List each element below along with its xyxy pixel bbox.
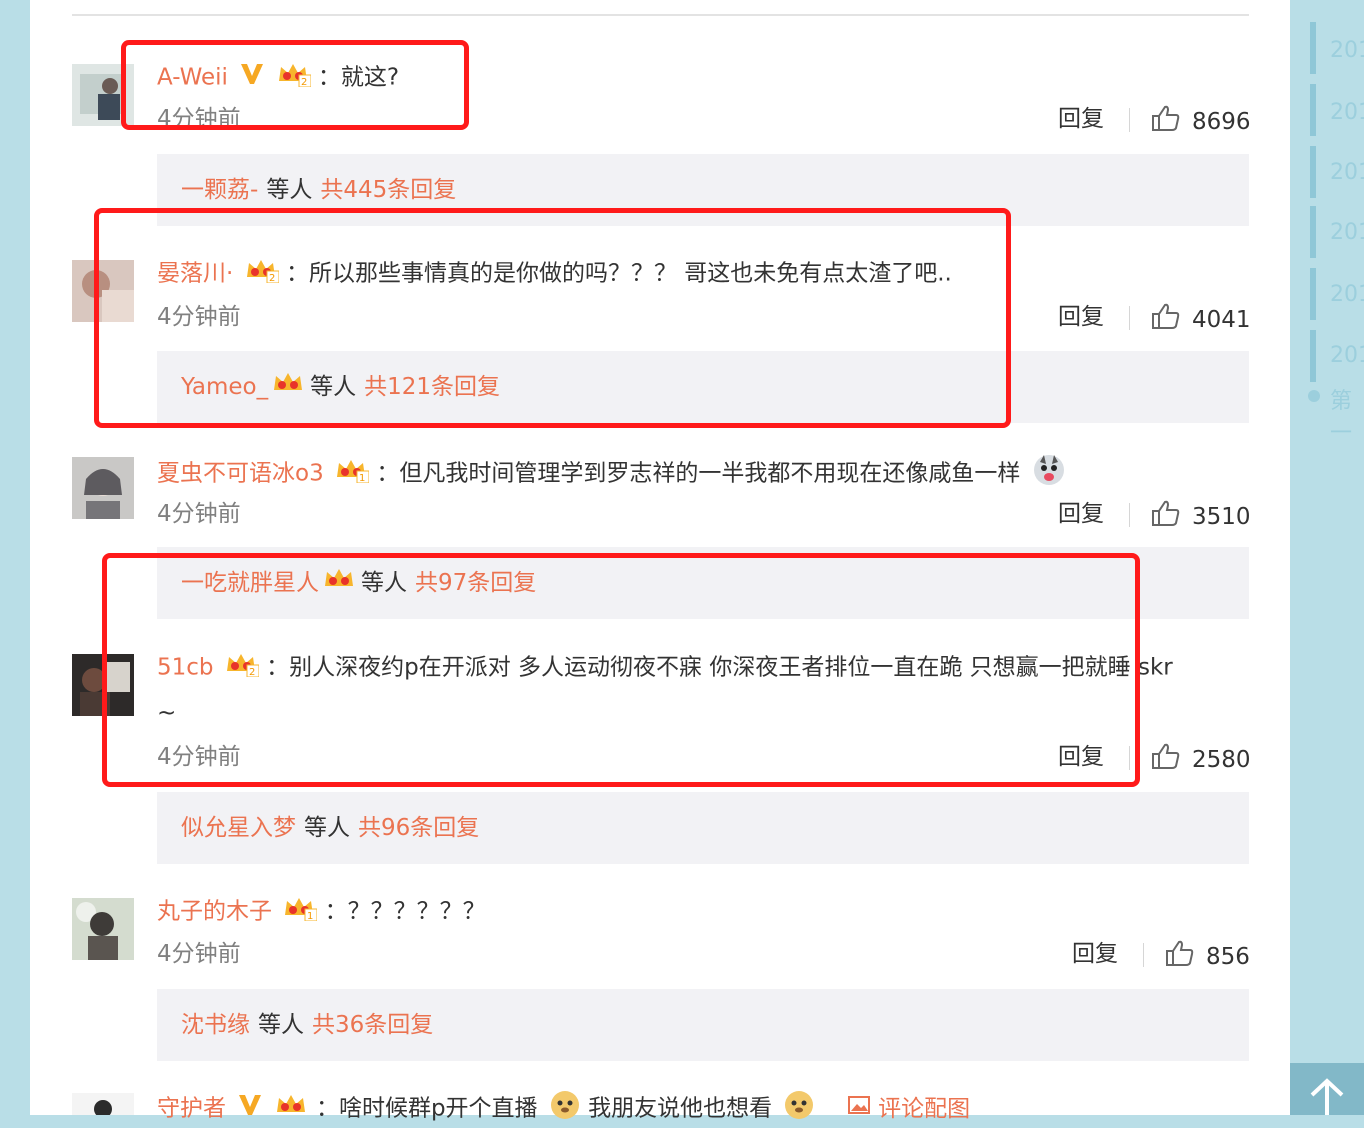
timestamp: 4分钟前 xyxy=(157,941,241,967)
verified-v-icon xyxy=(237,1093,263,1125)
reply-button[interactable]: 回复 xyxy=(1058,499,1104,529)
thumb-up-icon xyxy=(1150,499,1180,535)
svg-text:1: 1 xyxy=(359,473,365,483)
sub-reply-count[interactable]: 共445条回复 xyxy=(320,175,456,205)
comment-image-link[interactable]: 评论配图 xyxy=(843,1096,970,1122)
timeline-year[interactable]: 201 xyxy=(1330,38,1364,63)
sub-replies[interactable]: 沈书缘 等人 共36条回复 xyxy=(157,989,1249,1061)
reply-button[interactable]: 回复 xyxy=(1072,939,1118,969)
comment-image-label: 评论配图 xyxy=(878,1095,971,1122)
avatar[interactable] xyxy=(72,898,134,960)
like-button[interactable]: 8696 xyxy=(1150,104,1251,140)
sub-reply-user[interactable]: 沈书缘 xyxy=(181,1010,250,1040)
timeline-sidebar: 201 201 201 201 201 201 第一 xyxy=(1290,0,1364,1115)
crown-badge-icon: 1 xyxy=(283,895,318,929)
timeline-year[interactable]: 201 xyxy=(1330,160,1364,185)
doge-emoji-icon xyxy=(549,1090,581,1128)
username[interactable]: 丸子的木子 xyxy=(157,899,272,925)
timeline-dot xyxy=(1308,390,1320,402)
thumb-up-icon xyxy=(1150,302,1180,338)
sub-reply-mid: 等人 xyxy=(304,815,350,841)
reply-button[interactable]: 回复 xyxy=(1058,302,1104,332)
sub-reply-count[interactable]: 共36条回复 xyxy=(312,1010,433,1040)
timeline-year[interactable]: 201 xyxy=(1330,343,1364,368)
thumb-up-icon xyxy=(1150,104,1180,140)
timestamp: 4分钟前 xyxy=(157,501,241,527)
husky-emoji-icon xyxy=(1032,454,1066,494)
sub-replies[interactable]: 似允星入梦 等人 共96条回复 xyxy=(157,792,1249,864)
username[interactable]: 夏虫不可语冰o3 xyxy=(157,461,324,487)
timeline-first[interactable]: 第一 xyxy=(1330,383,1364,447)
thumb-up-icon xyxy=(1150,742,1180,778)
avatar[interactable] xyxy=(72,1093,134,1115)
timeline-year[interactable]: 201 xyxy=(1330,100,1364,125)
comment-item: 守护者 ：啥时候群p开个直播 我朋友说他也想看 评论配图 xyxy=(72,1091,1249,1122)
divider xyxy=(1143,943,1144,967)
divider xyxy=(1129,306,1130,330)
username[interactable]: 守护者 xyxy=(157,1096,226,1122)
comment-text: ：啥时候群p开个直播 xyxy=(315,1095,538,1122)
sub-reply-mid: 等人 xyxy=(266,177,313,203)
image-icon xyxy=(847,1094,871,1124)
comment-text-after: 我朋友说他也想看 xyxy=(588,1095,773,1122)
like-button[interactable]: 4041 xyxy=(1150,302,1251,338)
like-count: 8696 xyxy=(1192,109,1251,135)
comment-item: 夏虫不可语冰o3 1 ：但凡我时间管理学到罗志祥的一半我都不用现在还像咸鱼一样 … xyxy=(72,454,1251,547)
sub-reply-user[interactable]: 似允星入梦 xyxy=(181,813,296,843)
comment-text: ：但凡我时间管理学到罗志祥的一半我都不用现在还像咸鱼一样 xyxy=(376,460,1021,487)
arrow-up-icon xyxy=(1310,1078,1344,1115)
comment-text: ：？？？？？？ xyxy=(324,898,486,925)
timeline-year[interactable]: 201 xyxy=(1330,220,1364,245)
back-to-top-button[interactable] xyxy=(1290,1063,1364,1115)
timeline-year[interactable]: 201 xyxy=(1330,282,1364,307)
divider xyxy=(72,14,1249,16)
highlight-box xyxy=(94,208,1011,428)
sub-reply-mid: 等人 xyxy=(258,1012,304,1038)
divider xyxy=(1129,503,1130,527)
crown-badge-icon: 1 xyxy=(335,457,370,491)
like-count: 4041 xyxy=(1192,307,1251,333)
highlight-box xyxy=(121,40,469,130)
reply-button[interactable]: 回复 xyxy=(1058,104,1104,134)
sub-reply-user[interactable]: 一颗荔- xyxy=(181,175,258,205)
highlight-box xyxy=(102,553,1140,787)
like-button[interactable]: 3510 xyxy=(1150,499,1251,535)
doge-emoji-icon xyxy=(783,1090,815,1128)
avatar[interactable] xyxy=(72,457,134,519)
comment-item: 丸子的木子 1 ：？？？？？？ 4分钟前 回复 856 xyxy=(72,895,1250,988)
like-count: 3510 xyxy=(1192,504,1251,530)
like-button[interactable]: 2580 xyxy=(1150,742,1251,778)
like-count: 2580 xyxy=(1192,747,1251,773)
like-count: 856 xyxy=(1206,944,1250,970)
crown-badge-icon xyxy=(275,1092,309,1126)
thumb-up-icon xyxy=(1164,939,1194,975)
like-button[interactable]: 856 xyxy=(1164,939,1250,975)
divider xyxy=(1129,108,1130,132)
sub-reply-count[interactable]: 共96条回复 xyxy=(358,813,479,843)
svg-text:1: 1 xyxy=(307,911,313,921)
